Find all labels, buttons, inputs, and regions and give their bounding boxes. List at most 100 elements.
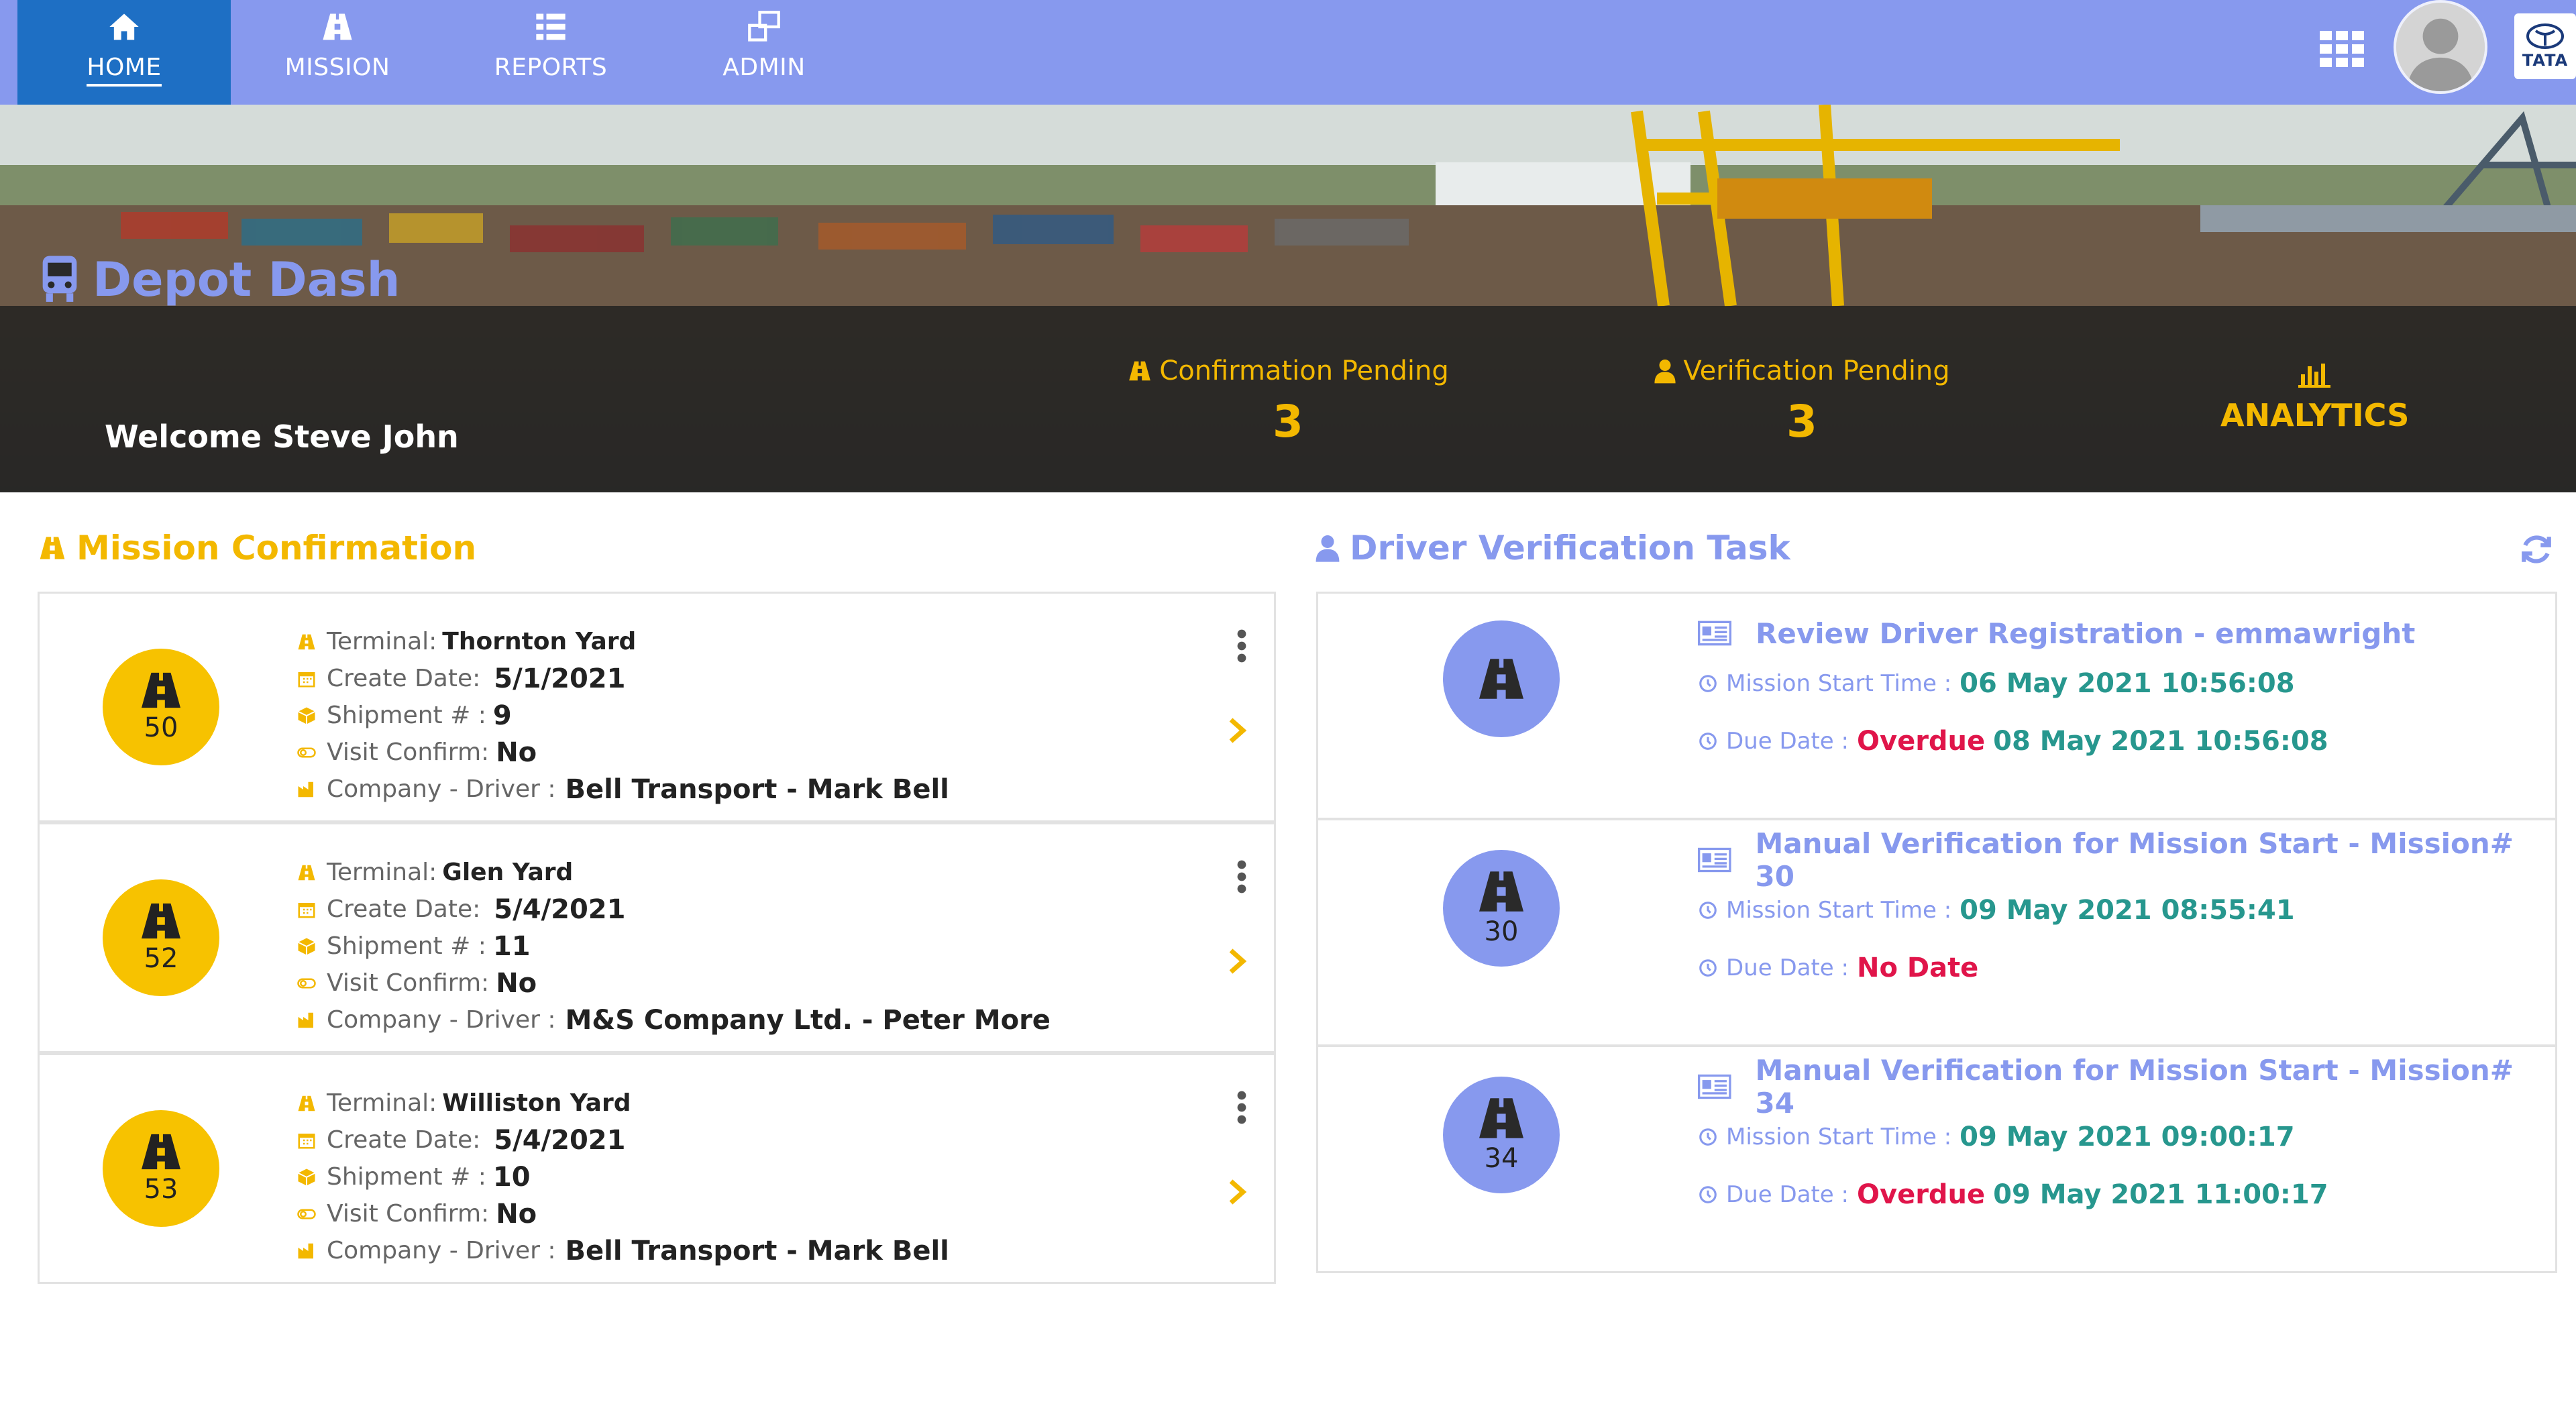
top-navbar: HOME MISSION REPORTS ADMIN TATA xyxy=(0,0,2576,105)
mission-number-badge: 50 xyxy=(103,649,219,765)
confirmation-pending-label: Confirmation Pending xyxy=(1159,356,1449,386)
create-date-row: Create Date: 5/1/2021 xyxy=(294,660,949,697)
terminal-row: Terminal: Thornton Yard xyxy=(294,623,949,660)
calendar-icon xyxy=(294,667,319,691)
shipment-value: 9 xyxy=(492,700,512,731)
task-title: Manual Verification for Mission Start - … xyxy=(1755,827,2514,893)
list-icon xyxy=(536,13,566,40)
create-date-value: 5/1/2021 xyxy=(494,663,626,694)
apps-grid-icon[interactable] xyxy=(2320,31,2364,67)
user-avatar[interactable] xyxy=(2394,0,2487,94)
due-status: Overdue xyxy=(1856,726,1986,757)
company-driver-value: Bell Transport - Mark Bell xyxy=(565,773,949,805)
more-options-icon[interactable] xyxy=(1235,1090,1248,1125)
more-options-icon[interactable] xyxy=(1235,629,1248,663)
road-icon xyxy=(323,13,352,40)
task-mission-number: 30 xyxy=(1484,916,1519,947)
analytics-label: ANALYTICS xyxy=(2220,397,2410,433)
create-date-row: Create Date: 5/4/2021 xyxy=(294,891,1051,928)
nav-mission-label: MISSION xyxy=(284,54,390,81)
company-driver-value: M&S Company Ltd. - Peter More xyxy=(565,1004,1051,1036)
mission-start-label: Mission Start Time : xyxy=(1726,670,1952,697)
clock-icon xyxy=(1699,675,1717,692)
refresh-icon[interactable] xyxy=(2520,533,2553,566)
visit-confirm-row: Visit Confirm: No xyxy=(294,734,949,771)
shipment-label: Shipment # : xyxy=(327,1163,486,1191)
mission-card[interactable]: 50 Terminal: Thornton Yard Create Date: … xyxy=(38,592,1276,822)
mission-start-value: 09 May 2021 08:55:41 xyxy=(1960,895,2295,926)
chevron-right-icon[interactable] xyxy=(1227,717,1247,744)
driver-verification-title: Driver Verification Task xyxy=(1350,529,1790,567)
user-icon xyxy=(1316,535,1340,562)
shipment-label: Shipment # : xyxy=(327,932,486,960)
confirmation-pending-stat[interactable]: Confirmation Pending 3 xyxy=(1127,356,1449,447)
due-date-value: 09 May 2021 11:00:17 xyxy=(1993,1179,2328,1210)
company-driver-label: Company - Driver : xyxy=(327,1006,556,1034)
road-icon xyxy=(1129,361,1151,381)
box-icon xyxy=(294,934,319,959)
box-icon xyxy=(294,1165,319,1189)
shipment-label: Shipment # : xyxy=(327,702,486,729)
nav-reports-label: REPORTS xyxy=(494,54,608,81)
visit-confirm-label: Visit Confirm: xyxy=(327,1200,490,1228)
hero-banner: Depot Dash Welcome Steve John Confirmati… xyxy=(0,105,2576,492)
driver-task-card[interactable]: 34 Manual Verification for Mission Start… xyxy=(1316,1045,2557,1273)
industry-icon xyxy=(294,777,319,802)
id-card-icon xyxy=(1698,620,1731,646)
task-title-link[interactable]: Manual Verification for Mission Start - … xyxy=(1698,827,2555,893)
tata-logo: TATA xyxy=(2514,13,2576,79)
task-title-link[interactable]: Review Driver Registration - emmawright xyxy=(1698,612,2415,654)
mission-number: 53 xyxy=(144,1174,178,1205)
visit-confirm-label: Visit Confirm: xyxy=(327,739,490,766)
app-title: Depot Dash xyxy=(93,252,400,307)
create-date-value: 5/4/2021 xyxy=(494,893,626,925)
clock-icon xyxy=(1699,732,1717,750)
nav-reports[interactable]: REPORTS xyxy=(444,0,657,105)
create-date-value: 5/4/2021 xyxy=(494,1124,626,1156)
mission-number-badge: 52 xyxy=(103,879,219,996)
mission-card[interactable]: 53 Terminal: Williston Yard Create Date:… xyxy=(38,1053,1276,1284)
task-badge: 30 xyxy=(1443,850,1560,967)
visit-confirm-row: Visit Confirm: No xyxy=(294,1195,949,1232)
id-card-icon xyxy=(1698,847,1731,873)
driver-task-card[interactable]: Review Driver Registration - emmawright … xyxy=(1316,592,2557,820)
shipment-row: Shipment # : 11 xyxy=(294,928,1051,965)
nav-admin[interactable]: ADMIN xyxy=(657,0,871,105)
id-card-icon xyxy=(1698,1074,1731,1099)
more-options-icon[interactable] xyxy=(1235,859,1248,894)
toggle-icon xyxy=(294,1202,319,1226)
road-icon xyxy=(294,861,319,885)
verification-pending-stat[interactable]: Verification Pending 3 xyxy=(1641,356,1963,447)
road-icon xyxy=(142,1134,180,1170)
chevron-right-icon[interactable] xyxy=(1227,948,1247,975)
company-driver-label: Company - Driver : xyxy=(327,1237,556,1264)
toggle-icon xyxy=(294,741,319,765)
nav-home[interactable]: HOME xyxy=(17,0,231,105)
tata-wordmark: TATA xyxy=(2522,51,2569,70)
task-title: Manual Verification for Mission Start - … xyxy=(1755,1054,2514,1120)
road-icon xyxy=(1479,871,1523,912)
create-date-label: Create Date: xyxy=(327,895,481,923)
calendar-icon xyxy=(294,898,319,922)
company-driver-label: Company - Driver : xyxy=(327,775,556,803)
clock-icon xyxy=(1699,902,1717,919)
mission-card[interactable]: 52 Terminal: Glen Yard Create Date: 5/4/… xyxy=(38,822,1276,1053)
task-details: Manual Verification for Mission Start - … xyxy=(1698,1054,2555,1223)
user-icon xyxy=(1654,360,1676,384)
road-icon xyxy=(142,903,180,939)
nav-mission[interactable]: MISSION xyxy=(231,0,444,105)
analytics-button[interactable]: ANALYTICS xyxy=(2220,361,2410,433)
chevron-right-icon[interactable] xyxy=(1227,1179,1247,1205)
due-date-row: Due Date : Overdue 08 May 2021 10:56:08 xyxy=(1698,713,2415,769)
box-icon xyxy=(294,704,319,728)
user-silhouette-icon xyxy=(2396,3,2485,91)
create-date-label: Create Date: xyxy=(327,1126,481,1154)
company-driver-value: Bell Transport - Mark Bell xyxy=(565,1235,949,1266)
shipment-row: Shipment # : 10 xyxy=(294,1158,949,1195)
task-title-link[interactable]: Manual Verification for Mission Start - … xyxy=(1698,1054,2555,1120)
mission-start-label: Mission Start Time : xyxy=(1726,1124,1952,1150)
visit-confirm-value: No xyxy=(496,1198,537,1230)
driver-task-card[interactable]: 30 Manual Verification for Mission Start… xyxy=(1316,818,2557,1046)
terminal-label: Terminal: xyxy=(327,1089,437,1117)
due-status: Overdue xyxy=(1856,1179,1986,1210)
